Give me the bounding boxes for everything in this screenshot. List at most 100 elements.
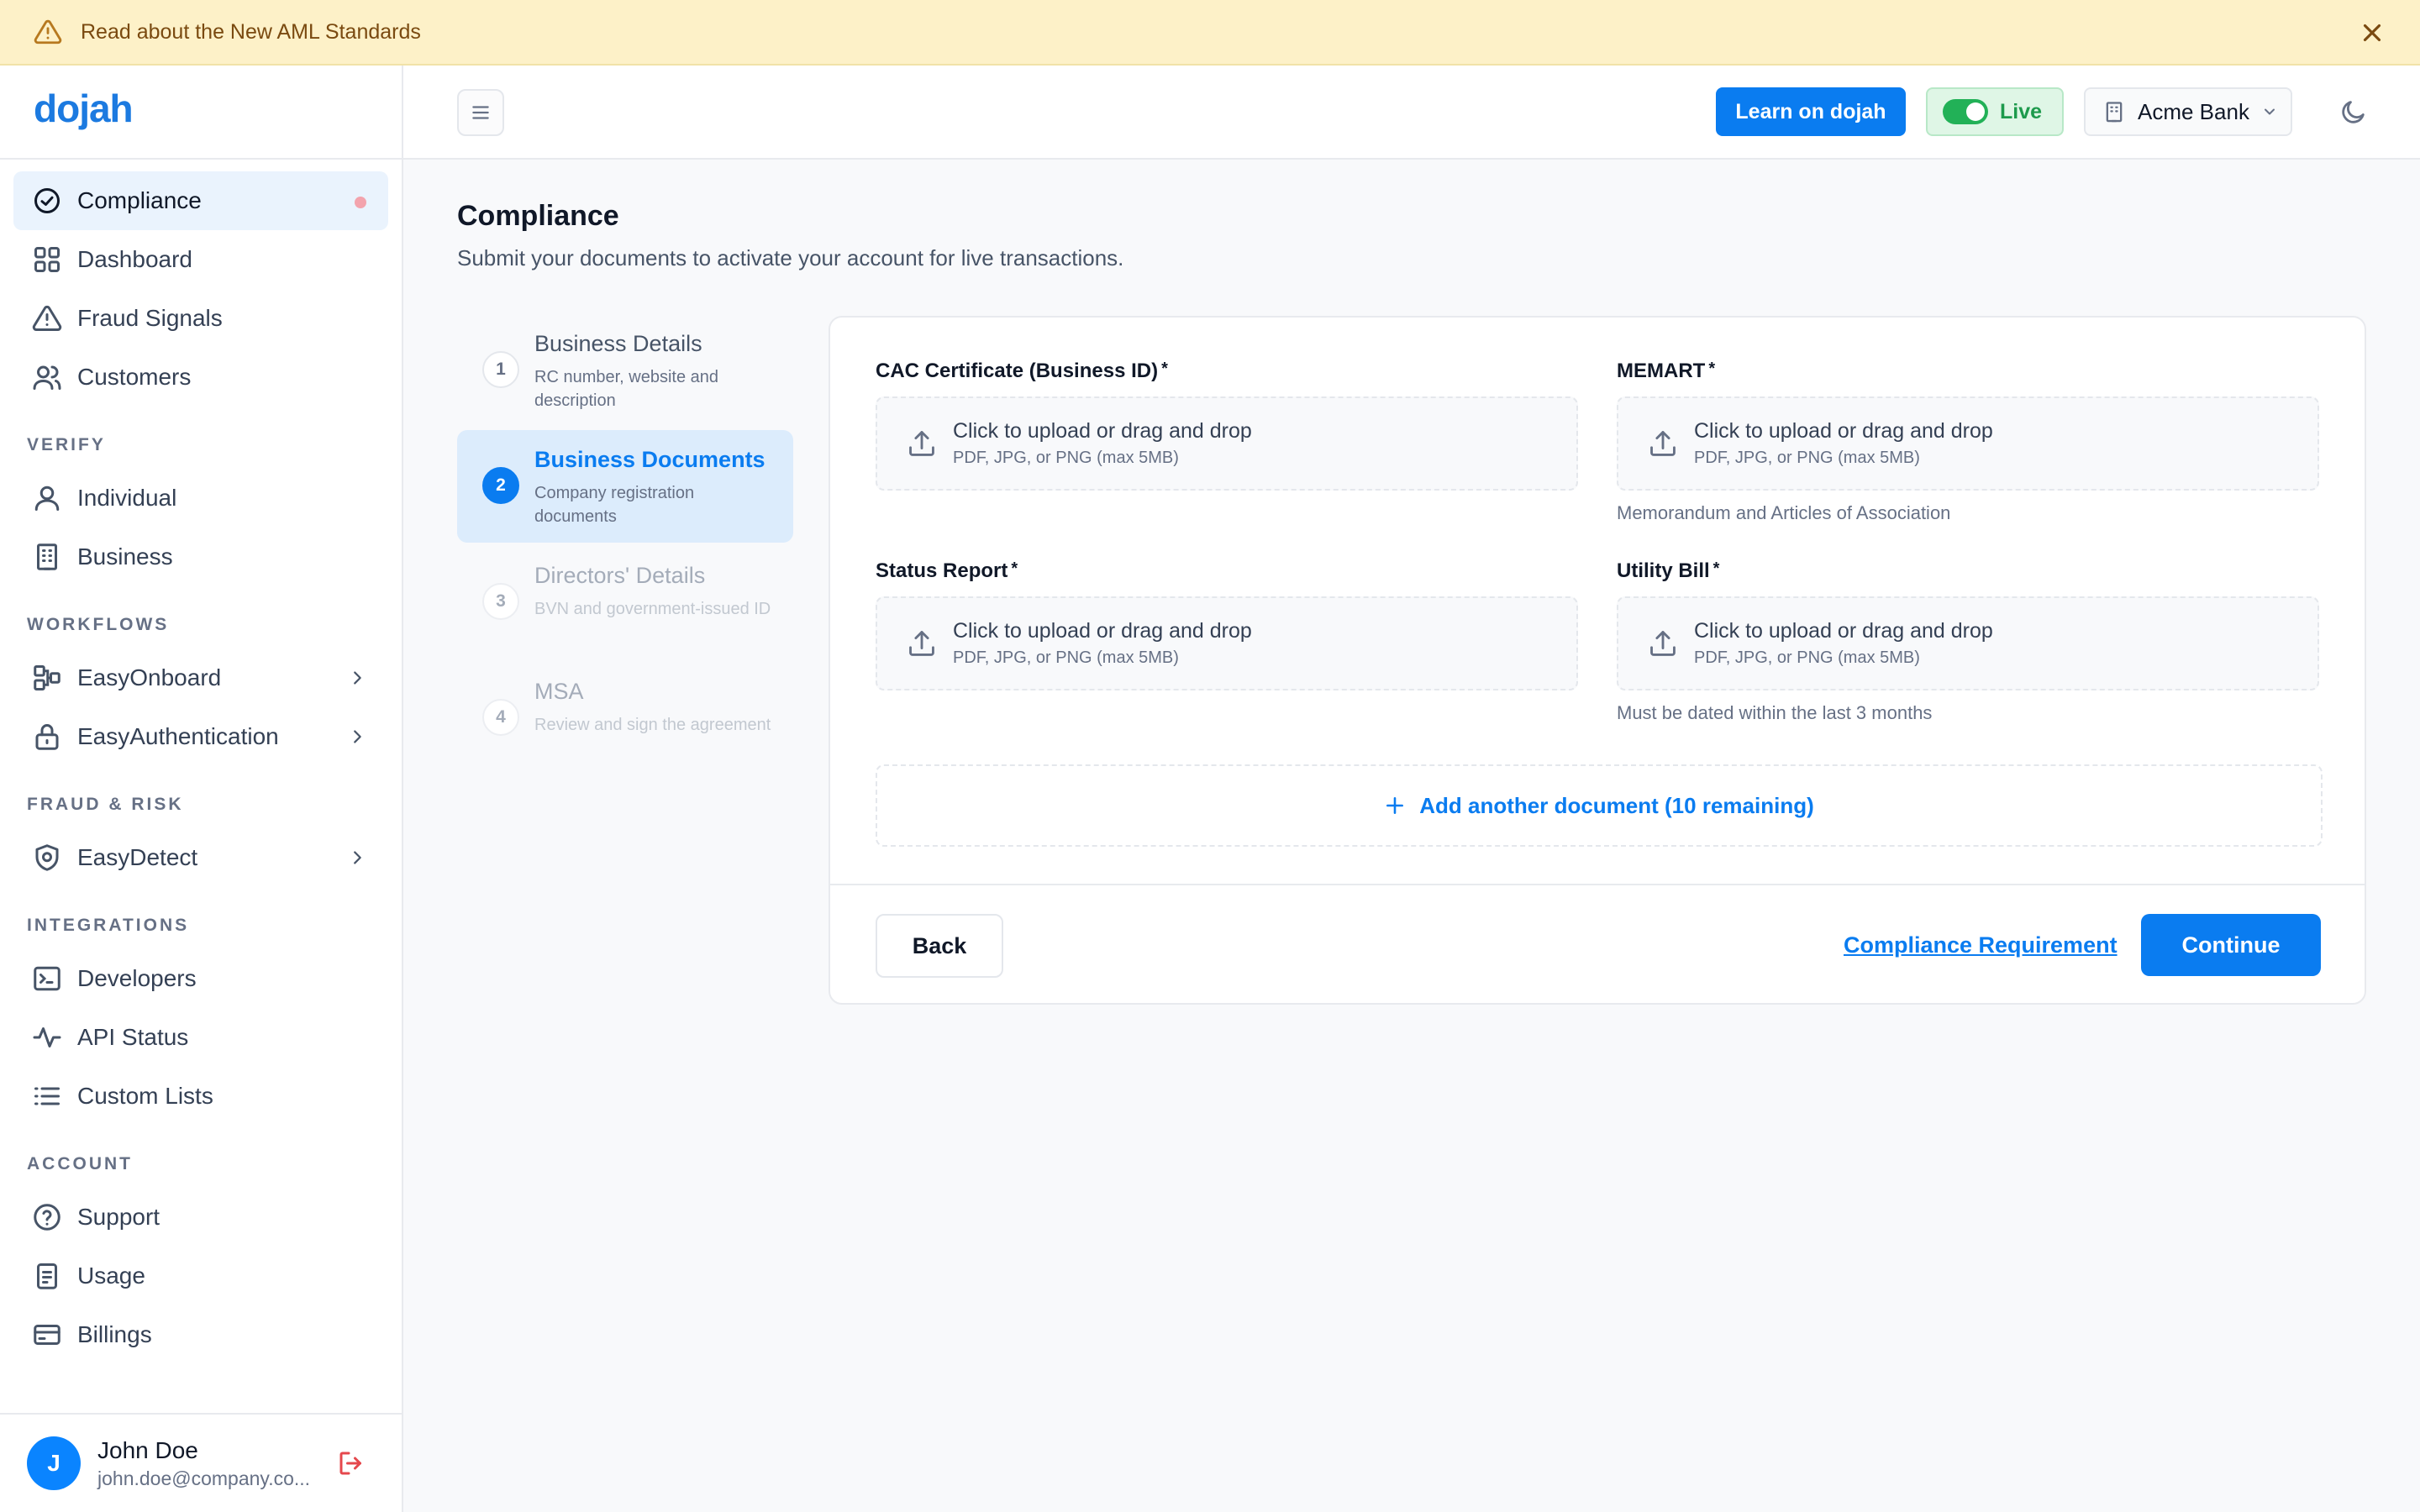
logout-icon[interactable] [336, 1448, 366, 1478]
credit-card-icon [32, 1320, 62, 1350]
organization-name: Acme Bank [2138, 98, 2249, 124]
clipboard-icon [32, 1261, 62, 1291]
field-help-text: Memorandum and Articles of Association [1617, 502, 1951, 523]
continue-button[interactable]: Continue [2141, 914, 2321, 976]
upload-text: Click to upload or drag and drop [953, 619, 1252, 643]
sidebar-item-easydetect[interactable]: EasyDetect [13, 828, 388, 887]
required-marker: * [1708, 360, 1716, 378]
step-description: RC number, website and description [534, 368, 719, 410]
documents-form-card: CAC Certificate (Business ID) * Click to … [829, 316, 2366, 1005]
top-bar: Learn on dojah Live Acme Bank [403, 66, 2420, 160]
required-marker: * [1712, 559, 1720, 578]
compliance-requirement-link[interactable]: Compliance Requirement [1844, 932, 2118, 958]
field-cac-certificate: CAC Certificate (Business ID) * Click to … [876, 360, 1578, 491]
sidebar-item-label: EasyOnboard [77, 664, 222, 690]
terminal-icon [32, 963, 62, 994]
sidebar-item-billings[interactable]: Billings [13, 1305, 388, 1364]
live-mode-toggle[interactable]: Live [1926, 87, 2064, 136]
sidebar-item-label: API Status [77, 1024, 189, 1050]
lock-icon [32, 722, 62, 752]
user-name: John Doe [97, 1436, 198, 1463]
sidebar-item-easyauthentication[interactable]: EasyAuthentication [13, 707, 388, 766]
moon-icon[interactable] [2339, 97, 2368, 126]
field-label: CAC Certificate (Business ID) [876, 360, 1159, 382]
section-heading-fraud-risk: FRAUD & RISK [27, 795, 184, 814]
stepper: 1 Business Details RC number, website an… [457, 314, 793, 778]
status-report-dropzone[interactable]: Click to upload or drag and drop PDF, JP… [876, 596, 1578, 690]
logo-row: dojah [0, 66, 402, 160]
close-icon[interactable] [2358, 18, 2386, 47]
upload-icon [1647, 627, 1679, 659]
announcement-banner: Read about the New AML Standards [0, 0, 2420, 66]
sidebar-item-usage[interactable]: Usage [13, 1247, 388, 1305]
required-marker: * [1161, 360, 1168, 378]
sidebar-item-label: Individual [77, 485, 177, 511]
section-heading-account: ACCOUNT [27, 1154, 133, 1173]
step-title: Directors' Details [534, 563, 706, 588]
section-heading-workflows: WORKFLOWS [27, 615, 170, 634]
field-label: Status Report [876, 559, 1008, 582]
sidebar-item-label: Compliance [77, 187, 202, 213]
banner-link[interactable]: Read about the New AML Standards [81, 20, 421, 45]
sidebar-item-customers[interactable]: Customers [13, 348, 388, 407]
user-profile: J John Doe john.doe@company.co... [0, 1413, 402, 1512]
organization-selector[interactable]: Acme Bank [2084, 87, 2292, 136]
add-document-button[interactable]: Add another document (10 remaining) [876, 764, 2323, 847]
warning-icon [32, 303, 62, 333]
sidebar-item-custom-lists[interactable]: Custom Lists [13, 1067, 388, 1126]
section-heading-verify: VERIFY [27, 435, 106, 454]
add-document-label: Add another document (10 remaining) [1419, 792, 1814, 818]
memart-dropzone[interactable]: Click to upload or drag and drop PDF, JP… [1617, 396, 2319, 491]
brand-logo[interactable]: dojah [34, 86, 134, 131]
chevron-right-icon [348, 727, 366, 746]
cac-certificate-dropzone[interactable]: Click to upload or drag and drop PDF, JP… [876, 396, 1578, 491]
activity-icon [32, 1022, 62, 1053]
upload-hint: PDF, JPG, or PNG (max 5MB) [953, 449, 1179, 467]
user-email: john.doe@company.co... [97, 1467, 311, 1489]
utility-bill-dropzone[interactable]: Click to upload or drag and drop PDF, JP… [1617, 596, 2319, 690]
sidebar-item-fraud-signals[interactable]: Fraud Signals [13, 289, 388, 348]
back-button[interactable]: Back [876, 914, 1003, 978]
sidebar-item-label: Developers [77, 965, 197, 991]
sidebar-item-easyonboard[interactable]: EasyOnboard [13, 648, 388, 707]
sidebar-item-developers[interactable]: Developers [13, 949, 388, 1008]
hamburger-icon [470, 102, 492, 123]
menu-toggle-button[interactable] [457, 89, 504, 136]
upload-icon [1647, 428, 1679, 459]
sidebar-item-dashboard[interactable]: Dashboard [13, 230, 388, 289]
field-help-text: Must be dated within the last 3 months [1617, 702, 1933, 723]
step-description: Review and sign the agreement [534, 716, 771, 734]
sidebar-item-label: Customers [77, 364, 192, 390]
sidebar-item-business[interactable]: Business [13, 528, 388, 586]
building-icon [32, 542, 62, 572]
step-number: 1 [482, 351, 519, 388]
sidebar-item-label: Fraud Signals [77, 305, 223, 331]
warning-icon [34, 18, 62, 46]
page-title: Compliance [457, 200, 619, 232]
building-icon [2102, 100, 2126, 123]
notification-dot [355, 197, 366, 208]
sidebar-item-compliance[interactable]: Compliance [13, 171, 388, 230]
required-marker: * [1011, 559, 1018, 578]
sidebar-item-label: Support [77, 1204, 160, 1230]
sidebar-item-individual[interactable]: Individual [13, 469, 388, 528]
chevron-right-icon [348, 669, 366, 687]
step-business-documents[interactable]: 2 Business Documents Company registratio… [457, 430, 793, 543]
step-msa: 4 MSA Review and sign the agreement [457, 662, 793, 774]
sidebar-item-label: EasyAuthentication [77, 723, 279, 749]
sidebar-item-label: EasyDetect [77, 844, 198, 870]
users-icon [32, 362, 62, 392]
upload-hint: PDF, JPG, or PNG (max 5MB) [1694, 449, 1920, 467]
step-business-details[interactable]: 1 Business Details RC number, website an… [457, 314, 793, 427]
chevron-right-icon [348, 848, 366, 867]
learn-on-dojah-button[interactable]: Learn on dojah [1716, 87, 1906, 136]
sidebar-item-label: Dashboard [77, 246, 192, 272]
sidebar: dojah Compliance Dashboard Fraud Signals… [0, 66, 403, 1512]
page-subtitle: Submit your documents to activate your a… [457, 245, 1124, 270]
toggle-switch[interactable] [1943, 99, 1988, 124]
user-icon [32, 483, 62, 513]
list-icon [32, 1081, 62, 1111]
sidebar-item-api-status[interactable]: API Status [13, 1008, 388, 1067]
sidebar-item-support[interactable]: Support [13, 1188, 388, 1247]
avatar[interactable]: J [27, 1436, 81, 1490]
